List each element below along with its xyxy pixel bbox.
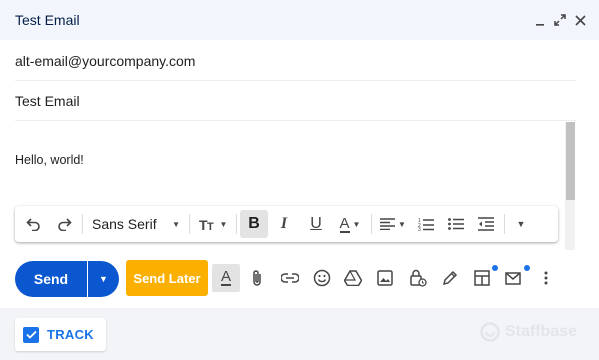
indent-less-icon[interactable] bbox=[471, 210, 501, 238]
formatting-options-icon[interactable]: A bbox=[212, 264, 240, 292]
text-color-icon[interactable]: A ▼ bbox=[332, 210, 368, 238]
toolbar-divider bbox=[189, 214, 190, 234]
bulleted-list-icon[interactable] bbox=[441, 210, 471, 238]
subject-text: Test Email bbox=[15, 92, 80, 109]
send-options-button[interactable]: ▼ bbox=[88, 261, 119, 297]
svg-text:3: 3 bbox=[418, 227, 421, 231]
bold-icon[interactable]: B bbox=[240, 210, 268, 238]
svg-text:T: T bbox=[207, 221, 214, 231]
chevron-down-icon: ▼ bbox=[219, 219, 228, 229]
send-button[interactable]: Send bbox=[15, 261, 87, 297]
drive-icon[interactable] bbox=[339, 264, 367, 292]
signature-pen-icon[interactable] bbox=[436, 264, 464, 292]
numbered-list-icon[interactable]: 123 bbox=[411, 210, 441, 238]
minimize-icon[interactable] bbox=[533, 10, 547, 30]
to-field[interactable]: alt-email@yourcompany.com bbox=[15, 41, 576, 81]
chevron-down-icon: ▼ bbox=[99, 274, 108, 284]
font-family-select[interactable]: Sans Serif ▼ bbox=[86, 210, 186, 238]
align-icon[interactable]: ▼ bbox=[375, 210, 411, 238]
chevron-down-icon: ▼ bbox=[172, 219, 180, 229]
formatting-toolbar: Sans Serif ▼ TT ▼ B I U A ▼ ▼ 123 ▼ bbox=[15, 206, 558, 242]
expand-icon[interactable] bbox=[553, 10, 567, 30]
notification-dot bbox=[524, 265, 530, 271]
link-icon[interactable] bbox=[276, 264, 304, 292]
staffbase-logo: Staffbase bbox=[480, 322, 577, 342]
more-formatting-icon[interactable]: ▼ bbox=[508, 210, 534, 238]
text-size-icon[interactable]: TT ▼ bbox=[193, 210, 233, 238]
emoji-icon[interactable] bbox=[308, 264, 336, 292]
tracking-footer: TRACK Staffbase bbox=[0, 308, 599, 360]
checkbox-checked-icon bbox=[23, 326, 39, 343]
body-text: Hello, world! bbox=[15, 153, 84, 167]
confidential-lock-icon[interactable] bbox=[404, 264, 432, 292]
send-later-button[interactable]: Send Later bbox=[126, 260, 208, 296]
recipient-text: alt-email@yourcompany.com bbox=[15, 52, 196, 69]
underline-icon[interactable]: U bbox=[300, 210, 332, 238]
compose-header: Test Email bbox=[0, 0, 599, 40]
chevron-down-icon: ▼ bbox=[516, 219, 526, 229]
toolbar-divider bbox=[82, 214, 83, 234]
toolbar-divider bbox=[236, 214, 237, 234]
more-options-icon[interactable] bbox=[532, 264, 560, 292]
attach-icon[interactable] bbox=[243, 264, 271, 292]
chevron-down-icon: ▼ bbox=[352, 219, 361, 229]
close-icon[interactable] bbox=[573, 10, 587, 30]
brand-name: Staffbase bbox=[505, 323, 578, 340]
image-icon[interactable] bbox=[371, 264, 399, 292]
chevron-down-icon: ▼ bbox=[398, 219, 406, 229]
scrollbar-thumb[interactable] bbox=[566, 122, 575, 200]
subject-field[interactable]: Test Email bbox=[15, 81, 576, 121]
track-toggle[interactable]: TRACK bbox=[15, 318, 106, 351]
window-controls bbox=[533, 10, 587, 30]
redo-icon[interactable] bbox=[49, 210, 79, 238]
compose-title: Test Email bbox=[15, 12, 80, 28]
toolbar-divider bbox=[371, 214, 372, 234]
action-bar: Send ▼ Send Later A bbox=[0, 258, 599, 298]
track-label: TRACK bbox=[47, 327, 94, 342]
undo-icon[interactable] bbox=[19, 210, 49, 238]
toolbar-divider bbox=[504, 214, 505, 234]
italic-icon[interactable]: I bbox=[268, 210, 300, 238]
notification-dot bbox=[492, 265, 498, 271]
font-family-label: Sans Serif bbox=[92, 216, 157, 232]
